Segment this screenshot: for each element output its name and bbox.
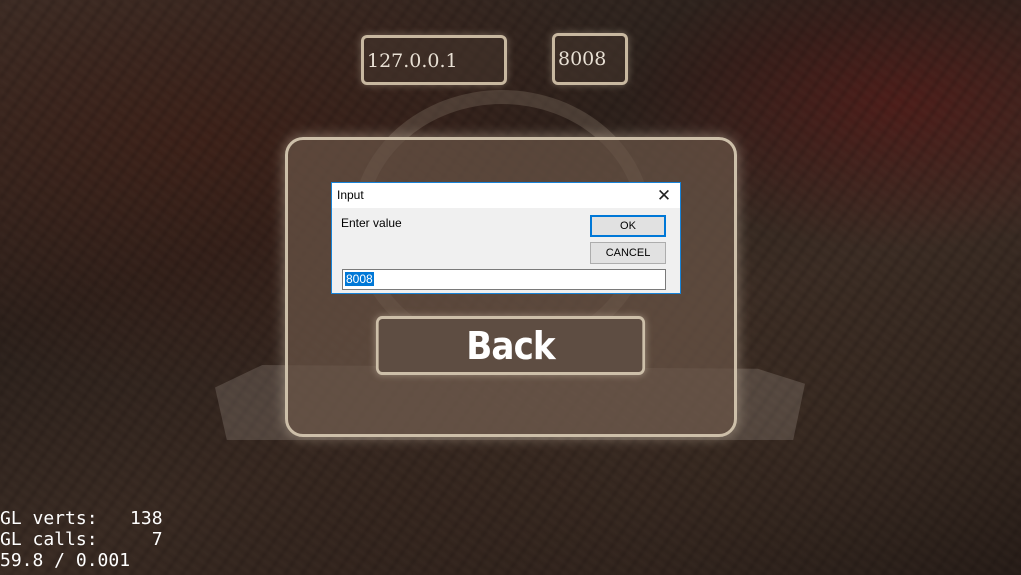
input-dialog: Input ✕ Enter value OK CANCEL 8008 xyxy=(331,182,681,294)
ip-address-field[interactable]: 127.0.0.1 xyxy=(361,35,507,85)
debug-gl-verts: GL verts: 138 xyxy=(0,508,163,529)
back-button[interactable]: Back xyxy=(375,316,646,375)
dialog-title: Input xyxy=(337,188,364,202)
value-input-text: 8008 xyxy=(345,272,374,286)
debug-fps: 59.8 / 0.001 xyxy=(0,550,131,571)
cancel-button[interactable]: CANCEL xyxy=(590,242,666,264)
port-field[interactable]: 8008 xyxy=(552,33,628,85)
close-icon[interactable]: ✕ xyxy=(648,183,680,208)
dialog-titlebar[interactable]: Input ✕ xyxy=(332,183,680,208)
debug-gl-calls: GL calls: 7 xyxy=(0,529,163,550)
value-input[interactable]: 8008 xyxy=(342,269,666,290)
ok-button[interactable]: OK xyxy=(590,215,666,237)
game-screen: 127.0.0.1 8008 Back GL verts: 138 GL call… xyxy=(0,0,1021,575)
dialog-prompt: Enter value xyxy=(341,216,402,230)
debug-overlay: GL verts: 138 GL calls: 7 59.8 / 0.001 xyxy=(0,508,163,571)
